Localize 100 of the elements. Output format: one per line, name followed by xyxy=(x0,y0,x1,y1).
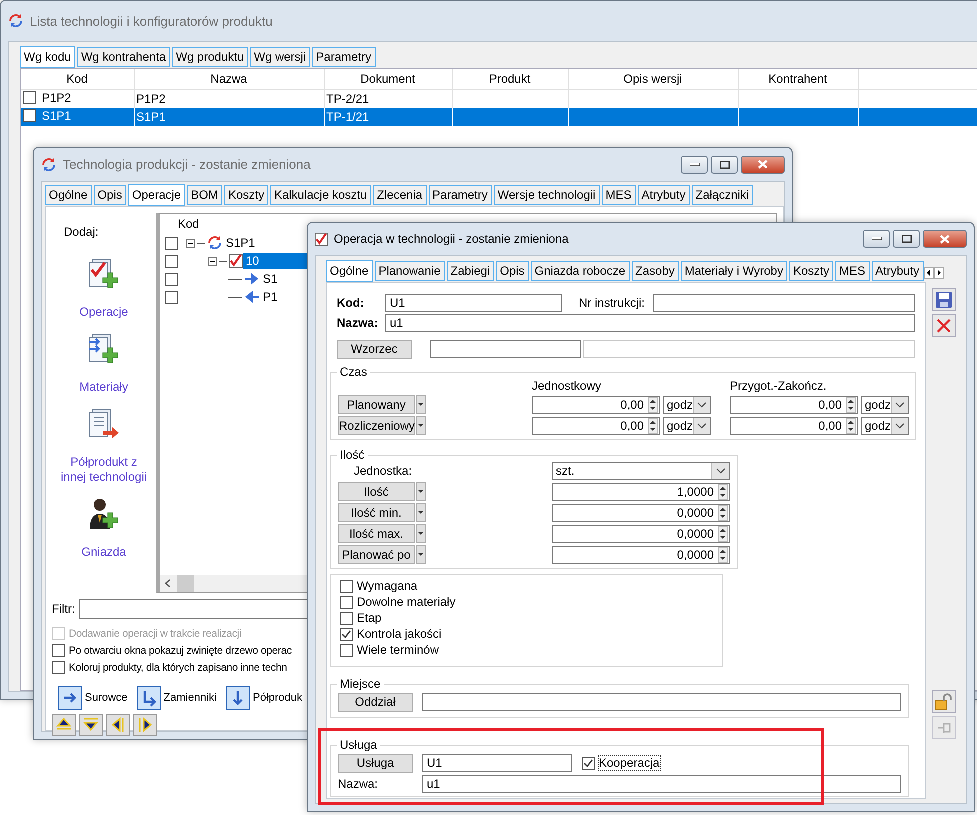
branch-button[interactable]: Oddział xyxy=(338,692,413,712)
tab[interactable]: Wg wersji xyxy=(250,47,310,67)
collapse-toggle[interactable] xyxy=(186,238,195,248)
checkbox[interactable] xyxy=(582,756,595,770)
dropdown-button[interactable] xyxy=(891,396,908,412)
unit-select[interactable]: godz xyxy=(861,416,909,434)
service-field[interactable]: U1 xyxy=(422,754,572,772)
tab[interactable]: Planowanie xyxy=(374,261,445,281)
tab[interactable]: Wersje technologii xyxy=(494,185,600,205)
unit-select[interactable]: godz xyxy=(663,396,711,414)
number-field[interactable]: 0,00 xyxy=(532,416,660,434)
spin-button[interactable] xyxy=(718,546,728,562)
tree-item[interactable]: 10 xyxy=(243,253,309,269)
spin-button[interactable] xyxy=(718,526,728,542)
tab[interactable]: Zlecenia xyxy=(373,185,427,205)
save-button[interactable] xyxy=(932,288,956,311)
tab-scroll-right-icon[interactable] xyxy=(934,267,944,279)
lock-button[interactable] xyxy=(932,690,956,713)
tab-scroll-left-icon[interactable] xyxy=(924,267,934,279)
minimize-button[interactable] xyxy=(681,156,708,174)
dropdown-button[interactable] xyxy=(416,482,426,501)
tab[interactable]: Parametry xyxy=(428,185,492,205)
dropdown-button[interactable] xyxy=(891,418,908,434)
move-up-button[interactable] xyxy=(52,714,76,736)
dropdown-button[interactable] xyxy=(416,395,426,414)
number-field[interactable]: 0,00 xyxy=(730,416,858,434)
unit-select[interactable]: godz xyxy=(663,416,711,434)
tab[interactable]: Opis xyxy=(94,185,126,205)
service-name-field[interactable]: u1 xyxy=(422,775,901,793)
tab[interactable]: Atrybuty xyxy=(638,185,690,205)
scrollbar-thumb[interactable] xyxy=(177,575,194,592)
checkbox[interactable] xyxy=(164,272,178,286)
tab[interactable]: Wg kodu xyxy=(20,46,76,68)
tab[interactable]: Wg produktu xyxy=(172,47,248,67)
checkbox[interactable] xyxy=(340,612,353,624)
checkbox[interactable] xyxy=(340,644,353,656)
template-button[interactable]: Wzorzec xyxy=(337,340,412,358)
checkbox[interactable] xyxy=(23,91,36,104)
spin-button[interactable] xyxy=(846,396,856,412)
add-item-button[interactable]: Półprodukt z innej technologii xyxy=(60,407,148,485)
checkbox[interactable] xyxy=(164,236,178,250)
number-field[interactable]: 0,00 xyxy=(532,396,660,414)
template-field[interactable] xyxy=(430,340,581,358)
tab[interactable]: Parametry xyxy=(312,47,376,67)
checkbox[interactable] xyxy=(164,290,178,304)
tab[interactable]: Atrybuty xyxy=(872,261,924,281)
code-field[interactable]: U1 xyxy=(385,294,562,312)
move-down-button[interactable] xyxy=(79,714,103,736)
tab[interactable]: Ogólne xyxy=(45,185,92,205)
spin-button[interactable] xyxy=(718,484,728,500)
number-field[interactable]: 0,00 xyxy=(730,396,858,414)
tree-item[interactable]: P1 xyxy=(260,289,281,305)
close-button[interactable] xyxy=(741,156,785,174)
checkbox[interactable] xyxy=(340,628,353,640)
maximize-button[interactable] xyxy=(893,230,920,248)
number-field[interactable]: 0,0000 xyxy=(552,504,730,522)
tab[interactable]: Koszty xyxy=(224,185,268,205)
tab[interactable]: Zasoby xyxy=(632,261,679,281)
close-button[interactable] xyxy=(923,230,967,248)
checkbox[interactable] xyxy=(164,254,178,268)
checkbox[interactable] xyxy=(23,109,36,122)
checkbox[interactable] xyxy=(340,580,353,592)
dropdown-button[interactable] xyxy=(711,463,729,479)
checkbox[interactable] xyxy=(340,596,353,608)
spin-button[interactable] xyxy=(648,418,658,434)
branch-field[interactable] xyxy=(422,693,901,711)
move-left-button[interactable] xyxy=(106,714,130,736)
number-field[interactable]: 1,0000 xyxy=(552,482,730,500)
move-right-button[interactable] xyxy=(133,714,157,736)
instruction-field[interactable] xyxy=(653,294,915,312)
add-item-button[interactable]: Operacje xyxy=(60,257,148,320)
name-field[interactable]: u1 xyxy=(385,314,915,332)
tab[interactable]: Wg kontrahenta xyxy=(77,47,170,67)
minimize-button[interactable] xyxy=(863,230,890,248)
number-field[interactable]: 0,0000 xyxy=(552,546,730,564)
time-type-button[interactable]: Rozliczeniowy xyxy=(338,416,415,435)
tab[interactable]: Opis xyxy=(496,261,529,281)
tab[interactable]: MES xyxy=(835,261,870,281)
tab[interactable]: Gniazda robocze xyxy=(530,261,630,281)
spin-button[interactable] xyxy=(648,396,658,412)
dropdown-button[interactable] xyxy=(416,524,426,543)
dropdown-button[interactable] xyxy=(416,416,426,435)
tab[interactable]: MES xyxy=(602,185,636,205)
checkbox[interactable] xyxy=(52,644,65,657)
checkbox[interactable] xyxy=(52,661,65,674)
link-button[interactable]: Zamienniki xyxy=(136,686,217,710)
tab[interactable]: Operacje xyxy=(128,184,186,206)
spin-button[interactable] xyxy=(846,418,856,434)
collapse-toggle[interactable] xyxy=(208,256,217,266)
tab[interactable]: Kalkulacje kosztu xyxy=(270,185,372,205)
tab[interactable]: Załączniki xyxy=(692,185,754,205)
delete-button[interactable] xyxy=(932,314,956,337)
quantity-type-button[interactable]: Ilość max. xyxy=(338,524,415,543)
unit-select[interactable]: szt. xyxy=(552,462,730,480)
dropdown-button[interactable] xyxy=(416,545,426,564)
add-item-button[interactable]: Materiały xyxy=(60,332,148,395)
tree-item[interactable]: S1 xyxy=(260,271,281,287)
quantity-type-button[interactable]: Ilość xyxy=(338,482,415,501)
link-button[interactable]: Surowce xyxy=(58,686,128,710)
add-item-button[interactable]: Gniazda xyxy=(60,497,148,560)
